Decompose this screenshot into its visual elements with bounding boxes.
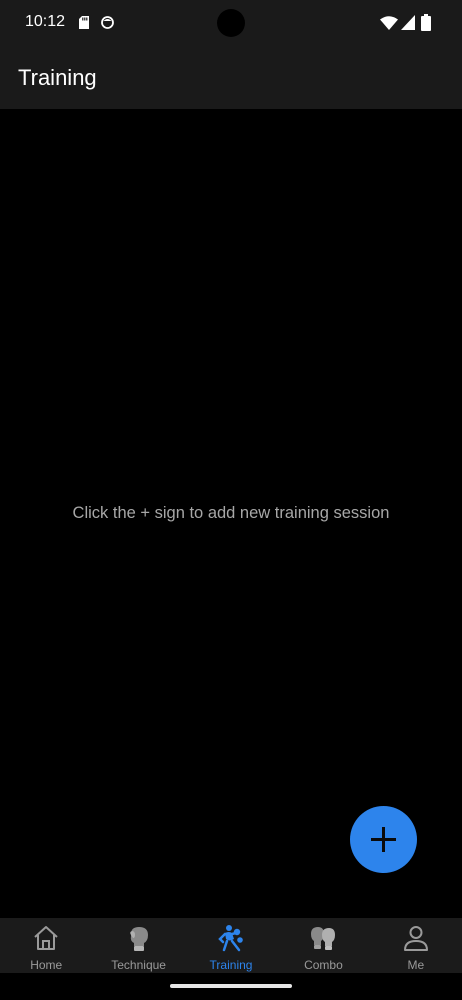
add-training-session-button[interactable]: [350, 806, 417, 873]
battery-icon: [421, 14, 431, 31]
person-icon: [403, 926, 428, 951]
nav-label-training: Training: [209, 958, 253, 972]
gesture-handle[interactable]: [170, 984, 292, 988]
screen: 10:12 Training Click the + sign to add n…: [0, 0, 462, 1000]
status-bar: 10:12: [0, 0, 462, 48]
nav-label-me: Me: [407, 958, 425, 972]
nav-item-me[interactable]: Me: [370, 918, 462, 973]
nav-label-combo: Combo: [304, 958, 343, 972]
bottom-navigation: Home Technique Training Combo Me: [0, 918, 462, 973]
cell-signal-icon: [401, 15, 415, 30]
nav-label-technique: Technique: [111, 958, 166, 972]
boxer-training-icon: [218, 925, 243, 952]
nav-item-combo[interactable]: Combo: [277, 918, 369, 973]
app-bar: Training: [0, 48, 462, 109]
plus-icon: [371, 827, 396, 852]
camera-cutout: [217, 9, 245, 37]
sd-card-icon: [79, 16, 89, 29]
download-icon: [101, 16, 114, 29]
boxing-glove-icon: [129, 927, 148, 951]
empty-state-message: Click the + sign to add new training ses…: [72, 504, 390, 522]
boxing-gloves-pair-icon: [311, 927, 336, 950]
gesture-navigation-area: [0, 973, 462, 1000]
nav-item-home[interactable]: Home: [0, 918, 92, 973]
home-icon: [34, 926, 58, 950]
nav-item-technique[interactable]: Technique: [92, 918, 184, 973]
training-list-empty-state: Click the + sign to add new training ses…: [0, 109, 462, 918]
nav-label-home: Home: [30, 958, 63, 972]
wifi-icon: [380, 16, 398, 30]
status-time: 10:12: [25, 13, 66, 30]
page-title: Training: [18, 65, 97, 90]
nav-item-training[interactable]: Training: [185, 918, 277, 973]
